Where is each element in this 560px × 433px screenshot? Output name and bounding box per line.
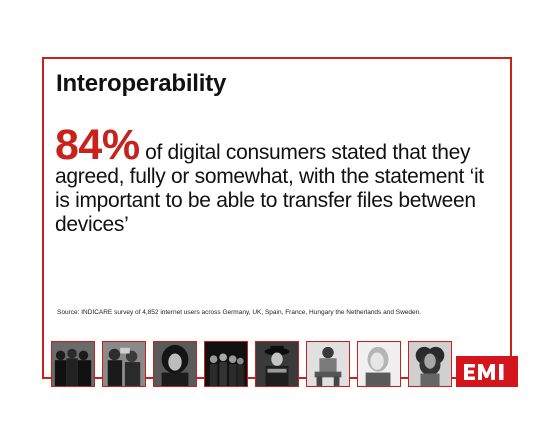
artist-photo (102, 341, 146, 387)
artist-photo (408, 341, 452, 387)
emi-logo-mark (464, 363, 504, 380)
photo-group-band-image (52, 342, 94, 386)
photo-portrait-curly-hair-image (409, 342, 451, 386)
photo-portrait-light-image (358, 342, 400, 386)
artist-photo (306, 341, 350, 387)
photo-band-lineup-image (205, 342, 247, 386)
photo-group-performers-image (103, 342, 145, 386)
slide-title: Interoperability (56, 70, 227, 97)
artist-photo (51, 341, 95, 387)
photo-seated-artist-image (307, 342, 349, 386)
source-note: Source: INDICARE survey of 4,852 interne… (57, 309, 422, 316)
slide: Interoperability 84% of digital consumer… (0, 0, 560, 433)
statement-text: 84% of digital consumers stated that the… (55, 124, 500, 237)
artist-photo (255, 341, 299, 387)
photo-portrait-dark-hair-image (154, 342, 196, 386)
artist-photo (204, 341, 248, 387)
stat-percentage: 84% (55, 121, 140, 169)
artist-photo (357, 341, 401, 387)
emi-logo (456, 356, 518, 387)
photo-performer-hat-image (256, 342, 298, 386)
artist-photo (153, 341, 197, 387)
